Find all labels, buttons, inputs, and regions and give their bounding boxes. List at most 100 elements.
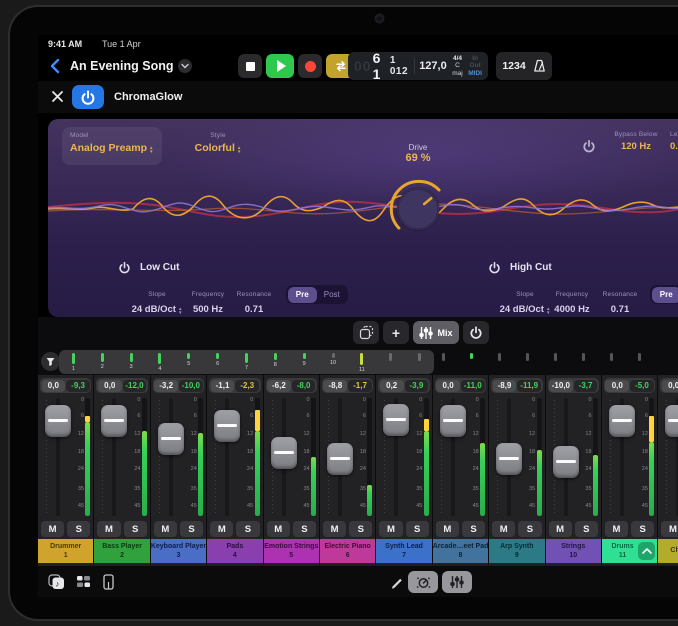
- add-track-button[interactable]: +: [383, 321, 409, 344]
- solo-button[interactable]: S: [575, 521, 598, 537]
- low-cut-power-icon[interactable]: [118, 261, 131, 274]
- fader-handle[interactable]: [383, 404, 409, 436]
- solo-button[interactable]: S: [293, 521, 316, 537]
- fader-db-value[interactable]: 0,0: [662, 380, 678, 392]
- smart-controls-button[interactable]: [408, 571, 438, 593]
- mute-button[interactable]: M: [267, 521, 290, 537]
- high-cut-pre-post-toggle[interactable]: Pre Post: [650, 285, 678, 304]
- mix-toggle-button[interactable]: Mix: [413, 321, 459, 344]
- high-cut-frequency[interactable]: Frequency 4000 Hz: [544, 283, 600, 315]
- mute-button[interactable]: M: [379, 521, 402, 537]
- post-segment[interactable]: Post: [317, 287, 347, 303]
- fader-handle[interactable]: [665, 405, 678, 437]
- solo-button[interactable]: S: [518, 521, 541, 537]
- overview-channel[interactable]: 11: [347, 350, 376, 374]
- low-cut-slope[interactable]: Slope 24 dB/Oct▲▼: [126, 283, 188, 315]
- track-name-cell[interactable]: Keyboard Player 3: [151, 539, 206, 563]
- count-in-metronome-group[interactable]: 1234: [496, 52, 552, 80]
- mute-button[interactable]: M: [154, 521, 177, 537]
- overview-channel[interactable]: 1: [59, 350, 88, 374]
- overview-channel[interactable]: 4: [146, 350, 175, 374]
- back-button[interactable]: [50, 58, 60, 79]
- low-cut-resonance[interactable]: Resonance 0.71: [228, 283, 280, 315]
- overview-channel[interactable]: 10: [319, 350, 348, 374]
- plugins-button[interactable]: [76, 574, 91, 594]
- mute-button[interactable]: M: [549, 521, 572, 537]
- solo-button[interactable]: S: [349, 521, 372, 537]
- track-name-cell[interactable]: Strings 10: [546, 539, 601, 563]
- fader-db-value[interactable]: 0,0: [42, 380, 66, 392]
- bypass-below-control[interactable]: Bypass Below 120 Hz: [604, 131, 668, 152]
- count-in-button[interactable]: 1234: [502, 60, 525, 72]
- pre-segment[interactable]: Pre: [288, 287, 318, 303]
- overview-channel[interactable]: 5: [174, 350, 203, 374]
- drive-knob[interactable]: [386, 177, 450, 241]
- fader-db-value[interactable]: 0,0: [98, 380, 122, 392]
- overview-channel[interactable]: [405, 350, 434, 374]
- fader-db-value[interactable]: -1,1: [211, 380, 235, 392]
- metronome-icon[interactable]: [533, 59, 546, 73]
- overview-channel[interactable]: 6: [203, 350, 232, 374]
- mute-button[interactable]: M: [97, 521, 120, 537]
- mute-button[interactable]: M: [492, 521, 515, 537]
- fader-handle[interactable]: [271, 437, 297, 469]
- mute-button[interactable]: M: [210, 521, 233, 537]
- solo-button[interactable]: S: [462, 521, 485, 537]
- song-menu-chevron-icon[interactable]: [178, 59, 192, 73]
- mute-button[interactable]: M: [605, 521, 628, 537]
- track-name-cell[interactable]: Pads 4: [207, 539, 262, 563]
- overview-channel[interactable]: 3: [117, 350, 146, 374]
- edit-pencil-icon[interactable]: [390, 575, 404, 594]
- overview-outside[interactable]: [442, 353, 641, 361]
- fader-db-value[interactable]: 0,2: [380, 380, 404, 392]
- overview-channel[interactable]: 2: [88, 350, 117, 374]
- track-name-cell[interactable]: Arcade…eet Pad 8: [433, 539, 488, 563]
- solo-button[interactable]: S: [67, 521, 90, 537]
- fader-handle[interactable]: [158, 423, 184, 455]
- overview-channel[interactable]: 7: [232, 350, 261, 374]
- high-cut-power-icon[interactable]: [488, 261, 501, 274]
- low-cut-pre-post-toggle[interactable]: Pre Post: [286, 285, 348, 304]
- play-button[interactable]: [266, 54, 294, 78]
- track-name-cell[interactable]: Electric Piano 6: [320, 539, 375, 563]
- bypass-power-icon[interactable]: [582, 139, 596, 158]
- close-plugin-icon[interactable]: [51, 90, 64, 108]
- fader-db-value[interactable]: -6,2: [267, 380, 291, 392]
- overview-window[interactable]: 1234567891011: [59, 350, 434, 374]
- fader-db-value[interactable]: -3,2: [154, 380, 178, 392]
- style-selector[interactable]: Style Colorful▲▼: [178, 127, 258, 165]
- duplicate-button[interactable]: [353, 321, 379, 344]
- fader-handle[interactable]: [609, 405, 635, 437]
- overview-channel[interactable]: [376, 350, 405, 374]
- mixer-view-button[interactable]: [442, 571, 472, 593]
- filter-button[interactable]: [41, 352, 60, 371]
- mute-button[interactable]: M: [661, 521, 678, 537]
- solo-button[interactable]: S: [406, 521, 429, 537]
- model-selector[interactable]: Model Analog Preamp▲▼: [62, 127, 162, 165]
- track-name-cell[interactable]: Emotion Strings 5: [264, 539, 319, 563]
- solo-button[interactable]: S: [180, 521, 203, 537]
- mute-button[interactable]: M: [41, 521, 64, 537]
- solo-button[interactable]: S: [236, 521, 259, 537]
- track-name-cell[interactable]: Bass Player 2: [94, 539, 149, 563]
- track-name-cell[interactable]: Synth Lead 7: [376, 539, 431, 563]
- fader-handle[interactable]: [101, 405, 127, 437]
- pre-segment[interactable]: Pre: [652, 287, 678, 303]
- track-name-cell[interactable]: Drums 11: [602, 539, 657, 563]
- plugin-power-button[interactable]: [72, 85, 104, 109]
- overview-channel[interactable]: 9: [290, 350, 319, 374]
- fader-handle[interactable]: [45, 405, 71, 437]
- mute-button[interactable]: M: [436, 521, 459, 537]
- fader-handle[interactable]: [214, 410, 240, 442]
- level-control[interactable]: Level 0.0: [670, 131, 678, 152]
- collapse-chevron-button[interactable]: [638, 542, 655, 560]
- fader-handle[interactable]: [327, 443, 353, 475]
- track-name-cell[interactable]: Arp Synth 9: [489, 539, 544, 563]
- fader-handle[interactable]: [440, 405, 466, 437]
- overview-channel[interactable]: 8: [261, 350, 290, 374]
- fader-handle[interactable]: [496, 443, 522, 475]
- track-name-cell[interactable]: Chorus V: [658, 539, 678, 563]
- solo-button[interactable]: S: [124, 521, 147, 537]
- fader-handle[interactable]: [553, 446, 579, 478]
- high-cut-resonance[interactable]: Resonance 0.71: [594, 283, 646, 315]
